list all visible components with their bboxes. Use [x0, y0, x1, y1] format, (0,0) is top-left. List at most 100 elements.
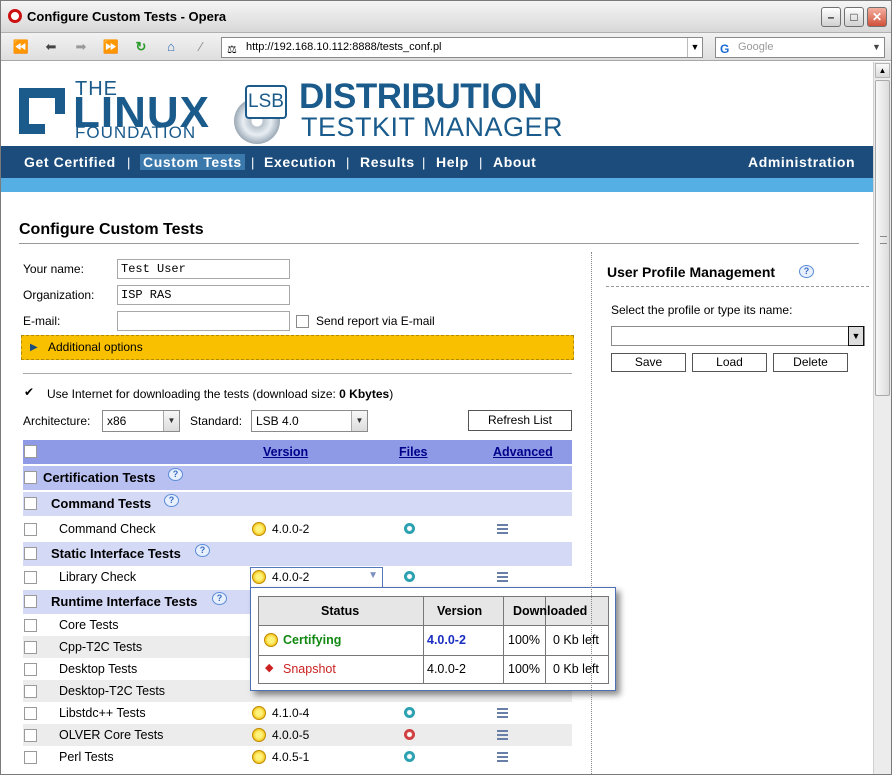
group-checkbox[interactable] [24, 595, 37, 608]
select-all-checkbox[interactable] [24, 445, 37, 458]
back-icon[interactable]: ⬅ [41, 38, 61, 56]
group-title: Certification Tests [43, 470, 156, 485]
search-dropdown-icon[interactable]: ▼ [869, 38, 884, 57]
vertical-scrollbar[interactable]: ▲ [873, 62, 891, 774]
use-internet-checkbox[interactable] [24, 385, 37, 400]
advanced-list-icon[interactable] [497, 572, 508, 582]
home-icon[interactable]: ⌂ [161, 38, 181, 56]
table-row: Perl Tests 4.0.5-1 [23, 746, 572, 770]
help-icon[interactable]: ? [164, 494, 179, 507]
files-gear-icon[interactable] [404, 707, 415, 718]
row-checkbox[interactable] [24, 685, 37, 698]
advanced-list-icon[interactable] [497, 708, 508, 718]
nav-about[interactable]: About [493, 154, 536, 170]
main-nav: Get Certified | Custom Tests | Execution… [1, 146, 873, 178]
version-select[interactable]: 4.0.0-2 [252, 522, 309, 536]
test-name: Command Check [59, 522, 156, 536]
group-checkbox[interactable] [24, 497, 37, 510]
title-bar: Configure Custom Tests - Opera – □ ✕ [1, 1, 891, 33]
send-report-checkbox[interactable] [296, 315, 309, 328]
help-icon[interactable]: ? [195, 544, 210, 557]
load-profile-button[interactable]: Load [692, 353, 767, 372]
group-checkbox[interactable] [24, 471, 37, 484]
architecture-select[interactable]: x86 ▼ [102, 410, 180, 432]
snapshot-diamond-icon: ◆ [265, 662, 274, 674]
nav-execution[interactable]: Execution [264, 154, 336, 170]
org-label: Organization: [23, 288, 95, 302]
popup-status-certifying[interactable]: Certifying [283, 633, 341, 647]
version-select[interactable]: 4.1.0-4 [252, 706, 309, 720]
test-name: OLVER Core Tests [59, 728, 164, 742]
row-checkbox[interactable] [24, 619, 37, 632]
reload-icon[interactable]: ↻ [131, 38, 151, 56]
standard-select[interactable]: LSB 4.0 ▼ [251, 410, 368, 432]
row-checkbox[interactable] [24, 571, 37, 584]
forward-icon[interactable]: ➡ [71, 38, 91, 56]
wand-icon[interactable]: ⁄ [191, 38, 211, 56]
organization-field[interactable]: ISP RAS [117, 285, 290, 305]
row-checkbox[interactable] [24, 729, 37, 742]
files-gear-icon[interactable] [404, 571, 415, 582]
minimize-button[interactable]: – [821, 7, 841, 27]
popup-version-certifying[interactable]: 4.0.0-2 [427, 633, 466, 647]
help-icon[interactable]: ? [168, 468, 183, 481]
additional-options-toggle[interactable]: ▶ Additional options [21, 335, 574, 360]
popup-downloaded-header: Downloaded [513, 604, 588, 618]
version-select[interactable]: 4.0.5-1 [252, 750, 309, 764]
nav-help[interactable]: Help [436, 154, 469, 170]
search-field[interactable]: G Google ▼ [715, 37, 885, 58]
certified-sun-icon [252, 706, 266, 720]
version-popup-table: Status Version Downloaded Certifying 4.0… [258, 596, 609, 684]
name-field[interactable]: Test User [117, 259, 290, 279]
close-button[interactable]: ✕ [867, 7, 887, 27]
email-field[interactable] [117, 311, 290, 331]
chevron-down-icon[interactable]: ▼ [848, 326, 864, 346]
architecture-label: Architecture: [23, 414, 91, 428]
version-select[interactable]: 4.0.0-5 [252, 728, 309, 742]
version-select[interactable]: 4.0.0-2 [252, 570, 309, 584]
nav-get-certified[interactable]: Get Certified [24, 154, 116, 170]
table-header: Version Files Advanced [23, 440, 572, 464]
logo-foundation: FOUNDATION [75, 123, 197, 142]
advanced-list-icon[interactable] [497, 524, 508, 534]
nav-results[interactable]: Results [360, 154, 415, 170]
scroll-up-icon[interactable]: ▲ [875, 63, 890, 78]
files-gear-icon[interactable] [404, 751, 415, 762]
nav-administration[interactable]: Administration [748, 154, 855, 170]
refresh-list-button[interactable]: Refresh List [468, 410, 572, 431]
popup-status-header: Status [321, 604, 360, 618]
row-checkbox[interactable] [24, 523, 37, 536]
maximize-button[interactable]: □ [844, 7, 864, 27]
nav-custom-tests[interactable]: Custom Tests [140, 154, 245, 170]
standard-label: Standard: [190, 414, 243, 428]
fast-forward-icon[interactable]: ⏩ [101, 38, 121, 56]
row-checkbox[interactable] [24, 707, 37, 720]
address-bar[interactable]: ⚖ http://192.168.10.112:8888/tests_conf.… [221, 37, 703, 58]
files-header-link[interactable]: Files [399, 445, 428, 459]
profile-combo[interactable]: ▼ [611, 326, 865, 346]
version-header-link[interactable]: Version [263, 445, 308, 459]
save-profile-button[interactable]: Save [611, 353, 686, 372]
scroll-thumb[interactable] [875, 80, 890, 396]
files-gear-icon[interactable] [404, 523, 415, 534]
rewind-icon[interactable]: ⏪ [11, 38, 31, 56]
test-name: Desktop-T2C Tests [59, 684, 166, 698]
advanced-list-icon[interactable] [497, 730, 508, 740]
delete-profile-button[interactable]: Delete [773, 353, 848, 372]
group-checkbox[interactable] [24, 547, 37, 560]
row-checkbox[interactable] [24, 751, 37, 764]
advanced-header-link[interactable]: Advanced [493, 445, 553, 459]
group-title: Runtime Interface Tests [51, 594, 198, 609]
lsb-logo-icon: LSB [245, 85, 287, 119]
address-dropdown-icon[interactable]: ▼ [687, 38, 702, 57]
popup-status-snapshot[interactable]: Snapshot [283, 662, 336, 676]
help-icon[interactable]: ? [212, 592, 227, 605]
row-checkbox[interactable] [24, 663, 37, 676]
help-icon[interactable]: ? [799, 265, 814, 278]
name-label: Your name: [23, 262, 84, 276]
use-internet-label: Use Internet for downloading the tests (… [47, 387, 394, 401]
files-gear-icon[interactable] [404, 729, 415, 740]
popup-version-snapshot[interactable]: 4.0.0-2 [427, 662, 466, 676]
advanced-list-icon[interactable] [497, 752, 508, 762]
row-checkbox[interactable] [24, 641, 37, 654]
